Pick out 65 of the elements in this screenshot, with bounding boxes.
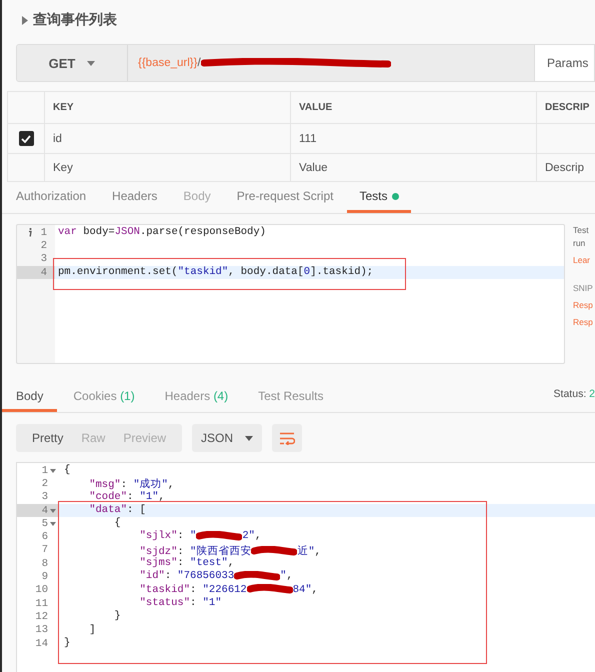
caret-icon [245,436,254,440]
code-line: "msg": "成功", [88,477,176,491]
code-line: var body=JSON.parse(responseBody) [57,226,267,240]
tab[interactable]: Authorization [4,182,98,213]
tab[interactable]: Body [2,374,58,412]
view-mode-tab[interactable]: Pretty [23,424,72,452]
line-number: 7 [42,544,48,556]
code-line: { [63,464,72,478]
fold-arrow-icon[interactable] [50,468,56,473]
code-line: { [113,517,122,530]
line-number: 13 [35,624,48,636]
key-field[interactable]: Key [44,154,290,181]
redaction-mark [251,546,298,556]
request-title: 查询事件列表 [33,11,117,29]
wrap-icon [279,432,296,444]
column-header: KEY [44,92,290,123]
line-number: 1 [42,464,48,477]
fold-arrow-icon[interactable] [50,508,56,513]
code-line: "status": "1" [138,596,223,610]
code-editor[interactable]: 1 var body=JSON.parse(responseBody) 2 3 4 pm.environment.set("taskid", body.data[0].taskid); [16,224,565,364]
tab[interactable]: Headers [100,182,170,213]
code-line: "sjlx": " 2", [138,530,262,544]
key-cell[interactable]: id [44,124,290,153]
line-number: 12 [35,610,48,623]
redaction-mark [246,584,293,594]
line-number: 2 [42,478,48,490]
column-header: DESCRIP [536,92,595,123]
wrap-lines-button[interactable] [272,424,302,452]
value-field[interactable]: Value [290,154,536,181]
line-number: 8 [42,558,48,570]
code-line: ] [88,624,96,637]
checkbox[interactable] [18,131,34,146]
line-number: 3 [42,491,48,504]
line-number: 2 [40,240,47,252]
line-number: 4 [42,504,48,517]
code-line: "sjms": "test", [138,557,236,570]
code-line: "sjdz": "陕西省西安 近", [138,544,322,558]
help-text: Test [573,224,590,237]
line-number: 9 [42,571,48,584]
format-dropdown[interactable]: JSON [192,424,262,452]
column-header: VALUE [290,92,536,123]
code-line: "id": "76856033 ", [138,570,294,584]
line-number: 3 [40,253,47,266]
tab[interactable]: Pre-request Script [224,182,346,213]
tab[interactable]: Tests [347,182,412,213]
line-number: 11 [35,598,48,610]
description-field[interactable]: Descrip [536,154,595,181]
status-text: Status: 2 [554,387,595,402]
code-line: } [63,636,72,650]
fold-arrow-icon[interactable] [50,522,56,526]
redaction-mark [234,570,280,581]
line-number: 14 [35,638,48,650]
code-line: } [113,610,122,624]
line-number: 10 [35,584,48,596]
line-number: 5 [42,518,48,530]
line-number: 4 [40,266,47,279]
line-number: 1 [40,226,47,239]
redaction-mark [196,530,242,541]
expand-arrow-icon[interactable] [22,16,28,24]
panel-heading: SNIP [573,282,594,295]
help-text: run [573,237,586,250]
code-line: "taskid": "226612 84", [138,584,319,597]
line-number: 6 [42,531,48,544]
value-cell[interactable]: 111 [290,124,536,153]
code-line: "code": "1", [88,490,166,504]
